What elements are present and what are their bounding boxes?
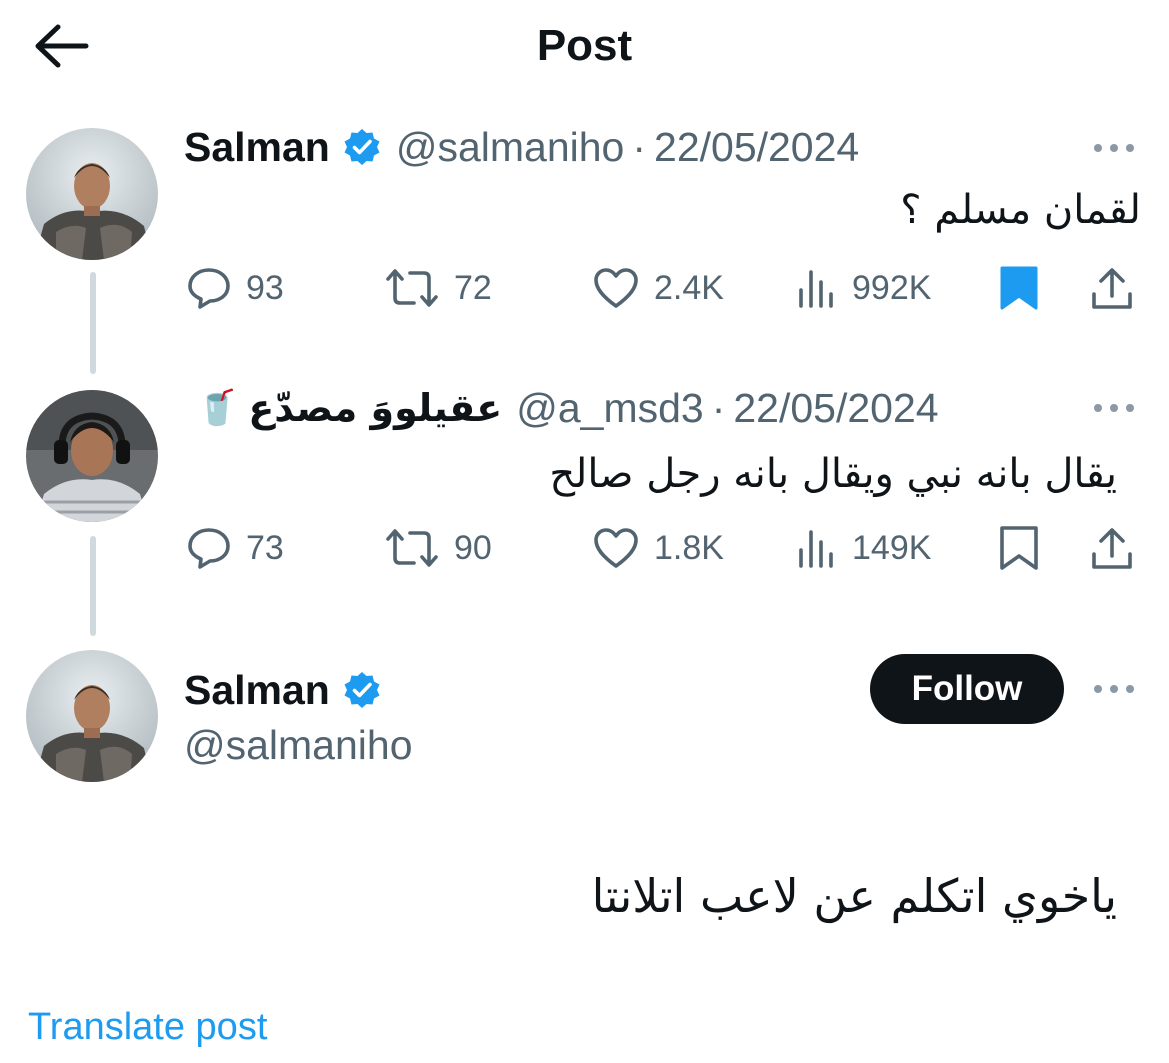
reply-count: 73 — [246, 528, 284, 567]
like-count: 2.4K — [654, 268, 724, 307]
analytics-icon — [799, 270, 833, 308]
heart-icon — [594, 528, 638, 568]
bookmark-filled-icon — [1000, 266, 1038, 310]
user-handle[interactable]: @salmaniho — [396, 122, 625, 172]
display-name[interactable]: عقيلووَ مصدّع — [248, 383, 502, 433]
avatar-a-msd3[interactable] — [26, 390, 158, 522]
share-button[interactable] — [1090, 258, 1134, 318]
tweet-actions: 73 90 1.8K 149K — [0, 518, 1169, 578]
retweet-button[interactable]: 90 — [384, 518, 492, 578]
more-horizontal-icon — [1094, 404, 1134, 412]
separator-dot: · — [632, 124, 647, 170]
like-count: 1.8K — [654, 528, 724, 567]
reply-button[interactable]: 93 — [186, 258, 284, 318]
display-name[interactable]: Salman — [184, 122, 330, 172]
bookmark-button[interactable] — [998, 518, 1040, 578]
translate-post-link[interactable]: Translate post — [28, 1003, 267, 1051]
share-icon — [1092, 528, 1132, 569]
bookmark-icon — [1000, 526, 1038, 570]
views-button[interactable]: 992K — [796, 258, 931, 318]
post-date[interactable]: 22/05/2024 — [654, 122, 859, 172]
like-button[interactable]: 1.8K — [592, 518, 724, 578]
analytics-icon — [799, 530, 833, 568]
share-icon — [1092, 268, 1132, 309]
share-button[interactable] — [1090, 518, 1134, 578]
top-bar: Post — [0, 0, 1169, 92]
more-horizontal-icon — [1094, 144, 1134, 152]
more-options-button[interactable] — [1084, 671, 1144, 707]
view-count: 149K — [852, 528, 932, 567]
views-button[interactable]: 149K — [796, 518, 931, 578]
heart-icon — [594, 268, 638, 308]
display-name[interactable]: Salman — [184, 665, 330, 715]
retweet-count: 90 — [454, 528, 492, 567]
bookmark-button[interactable] — [998, 258, 1040, 318]
like-button[interactable]: 2.4K — [592, 258, 724, 318]
more-options-button[interactable] — [1084, 390, 1144, 426]
retweet-button[interactable]: 72 — [384, 258, 492, 318]
reply-icon — [188, 268, 230, 309]
tweet-header: Salman @salmaniho · 22/05/2024 — [184, 122, 859, 172]
page-title: Post — [536, 21, 633, 70]
tweet-header: 🥤 عقيلووَ مصدّع @a_msd3 · 22/05/2024 — [196, 383, 939, 433]
more-horizontal-icon — [1094, 685, 1134, 693]
user-handle[interactable]: @salmaniho — [184, 720, 413, 770]
tweet-actions: 93 72 2.4K 992K — [0, 258, 1169, 318]
user-handle[interactable]: @a_msd3 — [516, 383, 703, 433]
tweet-text: يقال بانه نبي ويقال بانه رجل صالح — [549, 451, 1117, 497]
retweet-count: 72 — [454, 268, 492, 307]
avatar-salman[interactable] — [26, 128, 158, 260]
tweet-text: لقمان مسلم ؟ — [900, 187, 1141, 233]
more-options-button[interactable] — [1084, 130, 1144, 166]
verified-badge-icon — [342, 127, 382, 167]
verified-badge-icon — [342, 670, 382, 710]
emoji-label: 🥤 — [196, 389, 239, 427]
retweet-icon — [386, 269, 438, 307]
reply-button[interactable]: 73 — [186, 518, 284, 578]
separator-dot: · — [711, 385, 726, 431]
author-name-row: Salman — [184, 665, 382, 715]
follow-button[interactable]: Follow — [870, 654, 1064, 724]
reply-count: 93 — [246, 268, 284, 307]
view-count: 992K — [852, 268, 932, 307]
avatar-salman[interactable] — [26, 650, 158, 782]
post-text: ياخوي اتكلم عن لاعب اتلانتا — [591, 869, 1117, 923]
retweet-icon — [386, 529, 438, 567]
post-date[interactable]: 22/05/2024 — [733, 383, 938, 433]
reply-icon — [188, 528, 230, 569]
